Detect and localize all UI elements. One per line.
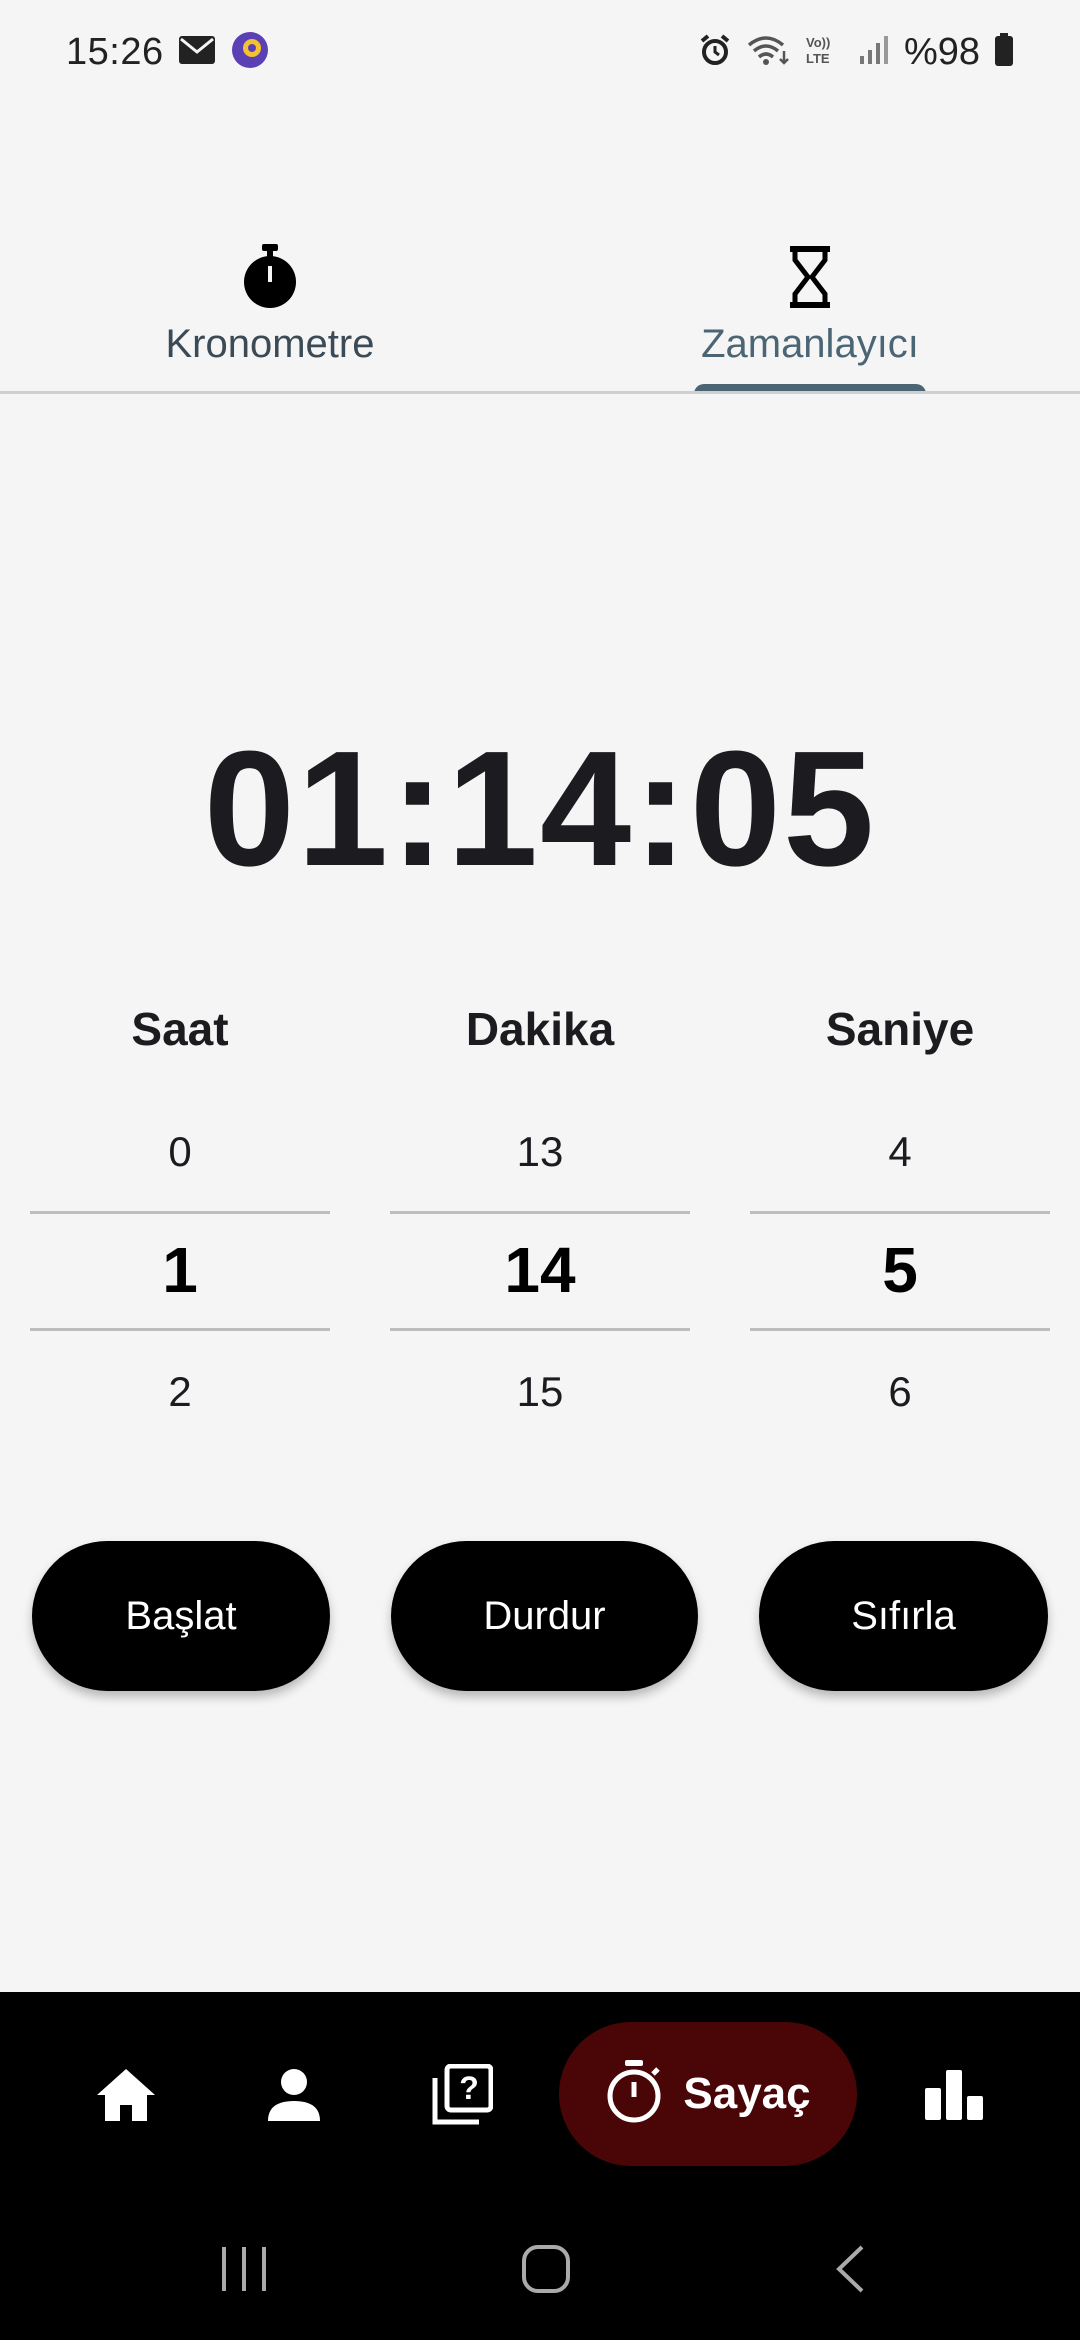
nav-profile[interactable] [244,1992,344,2202]
picker-selected-value[interactable]: 1 [30,1233,330,1307]
picker-prev-value[interactable]: 0 [30,1128,330,1176]
svg-text:Vo)): Vo)) [806,35,830,50]
tab-kronometre[interactable]: Kronometre [0,240,540,394]
nav-stats[interactable] [904,1992,1004,2202]
home-icon [95,2067,157,2128]
picker-next-value[interactable]: 6 [750,1368,1050,1416]
picker-divider [750,1211,1050,1214]
picker-divider [30,1211,330,1214]
status-left: 15:26 [66,30,270,75]
nav-home[interactable] [76,1992,176,2202]
nav-quiz[interactable]: ? [412,1992,512,2202]
picker-header-seconds: Saniye [825,1003,975,1055]
status-right: Vo)) LTE %98 [698,31,1014,74]
picker-next-value[interactable]: 2 [30,1368,330,1416]
recent-apps-button[interactable] [164,2202,324,2340]
tab-divider [0,391,1080,394]
battery-percent: %98 [903,31,980,73]
mail-icon [178,35,216,70]
timer-actions: Başlat Durdur Sıfırla [0,1541,1080,1691]
picker-selected-value[interactable]: 14 [390,1233,690,1307]
picker-divider [390,1211,690,1214]
mode-tabs: Kronometre Zamanlayıcı [0,240,1080,394]
second-picker[interactable]: Saniye 4 5 6 [750,990,1050,1430]
alarm-icon [698,33,732,72]
back-icon [834,2244,866,2299]
stop-button[interactable]: Durdur [391,1541,698,1691]
bottom-nav: ? Sayaç [0,1992,1080,2202]
recent-apps-icon [219,2245,269,2298]
status-bar: 15:26 Vo)) LTE %98 [0,0,1080,105]
wifi-icon [746,33,790,72]
tab-label-kronometre: Kronometre [165,322,375,366]
quiz-icon: ? [431,2063,494,2131]
start-button[interactable]: Başlat [32,1541,330,1691]
battery-icon [994,33,1014,72]
picker-prev-value[interactable]: 4 [750,1128,1050,1176]
app-notification-icon [230,30,270,75]
system-nav [0,2202,1080,2340]
svg-text:LTE: LTE [806,51,830,66]
picker-divider [30,1328,330,1331]
picker-header-minutes: Dakika [465,1003,615,1055]
picker-divider [750,1328,1050,1331]
profile-icon [266,2067,322,2128]
tab-zamanlayici[interactable]: Zamanlayıcı [540,240,1080,394]
timer-icon [605,2059,663,2129]
time-pickers: Saat 0 1 2 Dakika 13 14 15 Saniye 4 5 6 [0,990,1080,1430]
volte-icon: Vo)) LTE [804,33,844,72]
signal-icon [858,34,890,71]
home-system-icon [521,2244,571,2299]
reset-button[interactable]: Sıfırla [759,1541,1048,1691]
picker-prev-value[interactable]: 13 [390,1128,690,1176]
home-system-button[interactable] [466,2202,626,2340]
timer-screen: 15:26 Vo)) LTE %98 Kronometre Zamanlayıc… [0,0,1080,2340]
stopwatch-icon [240,240,300,314]
hour-picker[interactable]: Saat 0 1 2 [30,990,330,1430]
picker-header-hours: Saat [131,1003,229,1055]
nav-timer-label: Sayaç [683,2069,811,2118]
picker-next-value[interactable]: 15 [390,1368,690,1416]
tab-label-zamanlayici: Zamanlayıcı [701,322,919,366]
nav-timer-active[interactable]: Sayaç [559,2022,857,2166]
stats-icon [923,2069,985,2125]
hourglass-icon [788,240,832,314]
status-time: 15:26 [66,31,164,73]
picker-selected-value[interactable]: 5 [750,1233,1050,1307]
picker-divider [390,1328,690,1331]
timer-display: 01:14:05 [203,717,877,900]
minute-picker[interactable]: Dakika 13 14 15 [390,990,690,1430]
svg-text:?: ? [459,2070,479,2106]
back-button[interactable] [770,2202,930,2340]
